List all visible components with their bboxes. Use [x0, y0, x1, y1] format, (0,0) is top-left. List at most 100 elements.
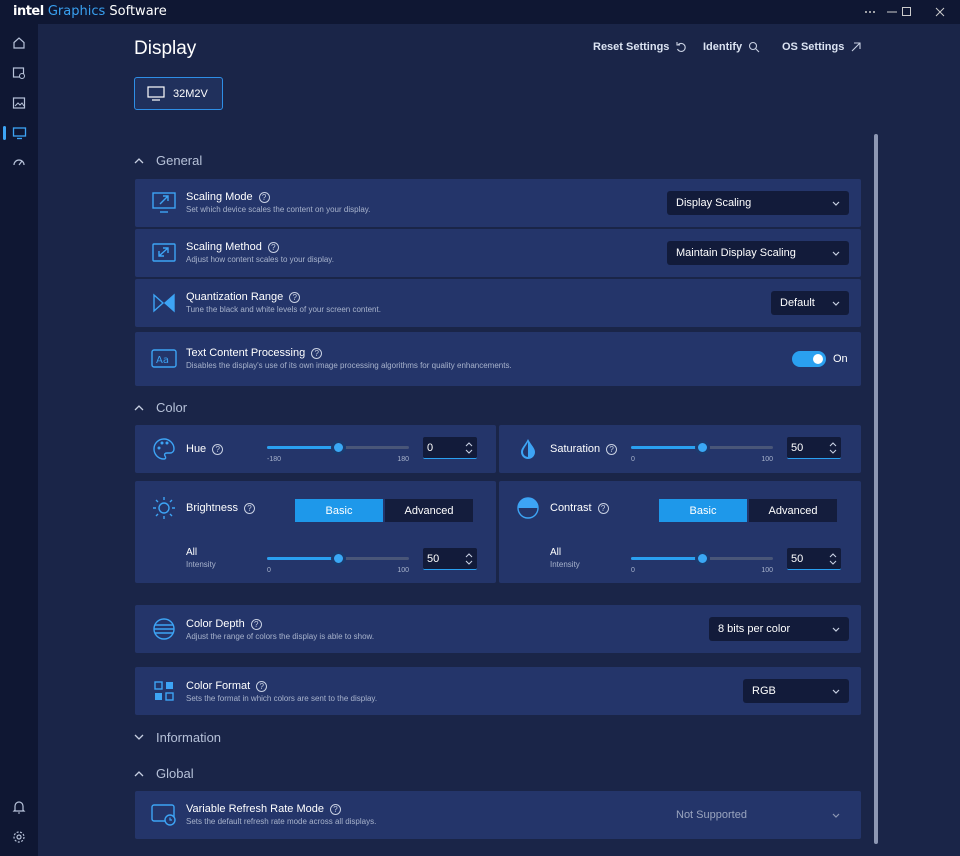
vrr-label: Variable Refresh Rate Mode	[186, 803, 324, 815]
scaling-method-icon	[151, 240, 177, 266]
sidebar	[0, 24, 38, 856]
display-icon[interactable]	[0, 120, 38, 146]
image-icon[interactable]	[0, 90, 38, 116]
bell-icon[interactable]	[0, 794, 38, 820]
hue-slider[interactable]: -180 180	[267, 437, 409, 463]
page-title: Display	[134, 38, 197, 59]
close-icon[interactable]	[926, 0, 954, 24]
contrast-row-label: All	[550, 547, 562, 558]
text-content-processing-toggle[interactable]	[792, 351, 826, 367]
slider-fill	[631, 446, 702, 449]
section-general-label: General	[156, 153, 203, 168]
text-content-processing-label: Text Content Processing	[186, 347, 306, 359]
help-icon[interactable]: ?	[597, 502, 609, 514]
identify-label: Identify	[703, 41, 743, 53]
maximize-icon[interactable]	[893, 0, 921, 24]
help-icon[interactable]: ?	[267, 241, 279, 253]
os-settings-button[interactable]: OS Settings	[782, 41, 862, 53]
brightness-row-label: All	[186, 547, 198, 558]
help-icon[interactable]: ?	[250, 618, 262, 630]
section-general-header[interactable]: General	[134, 153, 202, 168]
stepper-arrows-icon[interactable]	[829, 441, 837, 454]
slider-thumb[interactable]	[695, 440, 710, 455]
section-global-label: Global	[156, 766, 194, 781]
chevron-down-icon	[134, 734, 144, 740]
contrast-slider[interactable]: 0 100	[631, 548, 773, 574]
brightness-basic-tab[interactable]: Basic	[295, 499, 383, 522]
settings-gear-icon[interactable]	[0, 824, 38, 850]
slider-thumb[interactable]	[331, 551, 346, 566]
reset-icon	[676, 42, 687, 52]
help-icon[interactable]: ?	[311, 347, 323, 359]
help-icon[interactable]: ?	[212, 443, 224, 455]
section-color-header[interactable]: Color	[134, 400, 187, 415]
brightness-title: Brightness?	[186, 502, 255, 514]
help-icon[interactable]: ?	[258, 191, 270, 203]
help-icon[interactable]: ?	[329, 803, 341, 815]
svg-text:Aa: Aa	[156, 355, 169, 366]
home-icon[interactable]	[0, 30, 38, 56]
brightness-value: 50	[427, 552, 440, 565]
hue-label: Hue	[186, 443, 207, 455]
section-information-header[interactable]: Information	[134, 730, 221, 745]
identify-button[interactable]: Identify	[703, 41, 760, 53]
vrr-title: Variable Refresh Rate Mode?	[186, 803, 341, 815]
brightness-value-input[interactable]: 50	[423, 548, 477, 570]
chevron-down-icon	[832, 301, 840, 306]
help-icon[interactable]: ?	[289, 291, 301, 303]
reset-settings-button[interactable]: Reset Settings	[593, 41, 687, 53]
saturation-title: Saturation?	[550, 443, 618, 455]
scaling-mode-dropdown[interactable]: Display Scaling	[667, 191, 849, 215]
quantization-range-label: Quantization Range	[186, 291, 284, 303]
chevron-up-icon	[134, 405, 144, 411]
quantization-range-desc: Tune the black and white levels of your …	[186, 305, 381, 314]
text-content-processing-title: Text Content Processing?	[186, 347, 323, 359]
scaling-mode-icon	[151, 190, 177, 216]
stepper-arrows-icon[interactable]	[465, 552, 473, 565]
palette-icon	[151, 436, 177, 462]
slider-thumb[interactable]	[695, 551, 710, 566]
quantization-range-dropdown[interactable]: Default	[771, 291, 849, 315]
scaling-method-dropdown[interactable]: Maintain Display Scaling	[667, 241, 849, 265]
chevron-down-icon	[832, 201, 840, 206]
system-icon[interactable]	[0, 60, 38, 86]
brightness-advanced-tab[interactable]: Advanced	[385, 499, 473, 522]
chevron-up-icon	[134, 158, 144, 164]
hue-value-input[interactable]: 0	[423, 437, 477, 459]
vrr-card: Variable Refresh Rate Mode? Sets the def…	[135, 791, 861, 839]
help-icon[interactable]: ?	[243, 502, 255, 514]
scrollbar[interactable]	[874, 134, 878, 844]
vrr-dropdown[interactable]: Not Supported	[667, 803, 849, 827]
scaling-mode-value: Display Scaling	[676, 197, 752, 209]
color-depth-desc: Adjust the range of colors the display i…	[186, 632, 375, 641]
scaling-method-card: Scaling Method? Adjust how content scale…	[135, 229, 861, 277]
color-format-dropdown[interactable]: RGB	[743, 679, 849, 703]
help-icon[interactable]: ?	[256, 680, 268, 692]
display-selector-32m2v[interactable]: 32M2V	[134, 77, 223, 110]
stepper-arrows-icon[interactable]	[465, 441, 473, 454]
quantization-range-value: Default	[780, 297, 815, 309]
slider-thumb[interactable]	[331, 440, 346, 455]
saturation-slider[interactable]: 0 100	[631, 437, 773, 463]
slider-fill	[267, 446, 338, 449]
brand-graphics: Graphics	[47, 4, 106, 19]
help-icon[interactable]: ?	[606, 443, 618, 455]
contrast-advanced-tab[interactable]: Advanced	[749, 499, 837, 522]
brand-software: Software	[109, 4, 167, 19]
slider-max-label: 100	[761, 567, 773, 574]
brand-intel: intel	[13, 4, 44, 19]
contrast-basic-tab[interactable]: Basic	[659, 499, 747, 522]
quantization-range-icon	[151, 290, 177, 316]
section-global-header[interactable]: Global	[134, 766, 194, 781]
main-content: Display Reset Settings Identify OS Setti…	[38, 24, 960, 856]
saturation-value-input[interactable]: 50	[787, 437, 841, 459]
brightness-slider[interactable]: 0 100	[267, 548, 409, 574]
hue-value: 0	[427, 441, 434, 454]
stepper-arrows-icon[interactable]	[829, 552, 837, 565]
color-depth-dropdown[interactable]: 8 bits per color	[709, 617, 849, 641]
performance-icon[interactable]	[0, 150, 38, 176]
slider-min-label: 0	[631, 456, 635, 463]
saturation-label: Saturation	[550, 443, 601, 455]
app-title: intel Graphics Software	[13, 4, 167, 19]
contrast-value-input[interactable]: 50	[787, 548, 841, 570]
